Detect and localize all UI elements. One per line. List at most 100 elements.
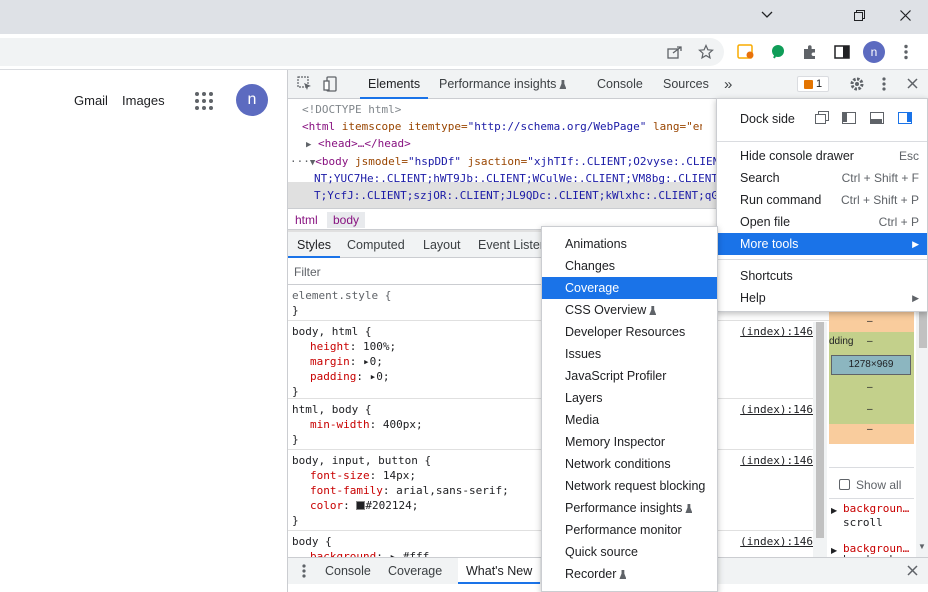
close-devtools-icon[interactable] [907, 78, 918, 92]
tab-sources[interactable]: Sources [663, 70, 709, 99]
tab-elements[interactable]: Elements [360, 70, 429, 99]
drawer-menu-icon[interactable] [302, 564, 306, 581]
inspect-element-icon[interactable] [297, 76, 313, 95]
box-value[interactable]: – [867, 404, 873, 415]
menu-shortcut: Ctrl + P [878, 215, 919, 229]
puzzle-icon[interactable] [798, 40, 822, 64]
source-link[interactable]: (index):146 [740, 534, 813, 549]
attr-name: jsaction= [461, 155, 528, 168]
submenu-item-animations[interactable]: Animations [542, 233, 717, 255]
ellipsis-icon: ··· [290, 155, 310, 168]
tab-search-icon[interactable] [734, 40, 758, 64]
title-bar [0, 0, 928, 34]
body-attr-line: NT;YUC7He:.CLIENT;hWT9Jb:.CLIENT;WCulWe:… [314, 172, 716, 185]
dock-left-icon[interactable] [842, 112, 856, 124]
google-account-avatar[interactable]: n [236, 84, 268, 116]
close-drawer-icon[interactable] [907, 565, 918, 579]
drawer-tab-whats-new[interactable]: What's New [458, 558, 541, 584]
menu-item-open-file[interactable]: Open file Ctrl + P [717, 211, 927, 233]
submenu-item-changes[interactable]: Changes [542, 255, 717, 277]
dock-right-icon[interactable] [898, 112, 912, 124]
apps-grid-icon[interactable] [195, 92, 213, 110]
computed-scrollbar[interactable]: ▼ [916, 312, 928, 557]
tab-performance-insights[interactable]: Performance insights [439, 70, 567, 99]
dock-bottom-icon[interactable] [870, 112, 884, 124]
omnibox[interactable] [0, 38, 724, 66]
menu-item-shortcuts[interactable]: Shortcuts [717, 265, 927, 287]
submenu-item-issues[interactable]: Issues [542, 343, 717, 365]
submenu-item-performance-monitor[interactable]: Performance monitor [542, 519, 717, 541]
gmail-link[interactable]: Gmail [74, 93, 108, 108]
kebab-icon[interactable] [894, 40, 918, 64]
show-all-checkbox[interactable] [839, 479, 850, 490]
tab-computed[interactable]: Computed [347, 232, 405, 258]
scrollbar-thumb[interactable] [919, 312, 927, 348]
submenu-item-developer-resources[interactable]: Developer Resources [542, 321, 717, 343]
menu-item-more-tools[interactable]: More tools ▶ [717, 233, 927, 255]
scrollbar-thumb[interactable] [816, 322, 824, 538]
submenu-item-memory-inspector[interactable]: Memory Inspector [542, 431, 717, 453]
tab-layout[interactable]: Layout [423, 232, 461, 258]
menu-item-hide-console-drawer[interactable]: Hide console drawer Esc [717, 145, 927, 167]
submenu-item-coverage[interactable]: Coverage [542, 277, 717, 299]
submenu-item-performance-insights[interactable]: Performance insights [542, 497, 717, 519]
submenu-item-network-request-blocking[interactable]: Network request blocking [542, 475, 717, 497]
device-toolbar-icon[interactable] [323, 76, 339, 95]
expand-triangle-icon[interactable]: ▶ [831, 506, 837, 515]
drawer-tab-coverage[interactable]: Coverage [388, 558, 442, 584]
submenu-item-network-conditions[interactable]: Network conditions [542, 453, 717, 475]
attr-name: lang="en-F [653, 120, 702, 133]
css-value: #202124; [365, 499, 419, 512]
undock-icon[interactable] [815, 111, 829, 127]
tab-styles[interactable]: Styles [288, 232, 341, 258]
submenu-item-quick-source[interactable]: Quick source [542, 541, 717, 563]
more-tabs-button[interactable]: » [724, 70, 732, 99]
submenu-item-recorder[interactable]: Recorder [542, 563, 717, 585]
issues-badge[interactable]: 1 [797, 76, 829, 92]
tab-event-listeners[interactable]: Event Listen [478, 232, 547, 258]
attr-value: "http://schema.org/WebPage" [467, 120, 647, 133]
gear-icon[interactable] [849, 76, 865, 95]
box-value[interactable]: – [867, 424, 873, 435]
content-size[interactable]: 1278×969 [831, 355, 911, 375]
doctype-node[interactable]: <!DOCTYPE html> [302, 103, 401, 116]
css-property: font-size [310, 469, 370, 482]
menu-item-help[interactable]: Help ▶ [717, 287, 927, 309]
computed-prop[interactable]: backgroun… [843, 502, 909, 515]
close-icon[interactable] [882, 0, 928, 30]
extension-leaf-icon[interactable] [766, 40, 790, 64]
restore-icon[interactable] [836, 0, 882, 30]
experiment-flask-icon [619, 570, 627, 579]
scroll-down-icon[interactable]: ▼ [918, 542, 926, 551]
box-value[interactable]: – [867, 316, 873, 327]
html-node[interactable]: <html itemscope itemtype="http://schema.… [302, 120, 702, 133]
menu-item-search[interactable]: Search Ctrl + Shift + F [717, 167, 927, 189]
show-all-label: Show all [856, 478, 902, 492]
expand-triangle-icon[interactable]: ▶ [831, 546, 837, 555]
images-link[interactable]: Images [122, 93, 165, 108]
source-link[interactable]: (index):146 [740, 402, 813, 417]
submenu-item-css-overview[interactable]: CSS Overview [542, 299, 717, 321]
body-node[interactable]: ···▼<body jsmodel="hspDDf" jsaction="xjh… [290, 155, 718, 168]
menu-item-run-command[interactable]: Run command Ctrl + Shift + P [717, 189, 927, 211]
sidepanel-icon[interactable] [830, 40, 854, 64]
box-value[interactable]: – [867, 336, 873, 347]
submenu-item-javascript-profiler[interactable]: JavaScript Profiler [542, 365, 717, 387]
breadcrumb-html[interactable]: html [289, 212, 324, 228]
source-link[interactable]: (index):146 [740, 453, 813, 468]
styles-scrollbar[interactable] [813, 322, 827, 557]
tab-console[interactable]: Console [597, 70, 643, 99]
submenu-item-media[interactable]: Media [542, 409, 717, 431]
drawer-tab-console[interactable]: Console [325, 558, 371, 584]
devtools-menu-icon[interactable] [882, 77, 886, 94]
breadcrumb-body[interactable]: body [327, 212, 366, 228]
expand-triangle-icon[interactable]: ▶ [306, 140, 311, 150]
submenu-item-layers[interactable]: Layers [542, 387, 717, 409]
profile-button[interactable]: n [862, 40, 886, 64]
box-value[interactable]: – [867, 382, 873, 393]
share-icon[interactable] [663, 40, 687, 64]
star-icon[interactable] [694, 40, 718, 64]
chevron-down-icon[interactable] [744, 0, 790, 30]
source-link[interactable]: (index):146 [740, 324, 813, 339]
head-node[interactable]: ▶ <head>…</head> [306, 137, 411, 150]
